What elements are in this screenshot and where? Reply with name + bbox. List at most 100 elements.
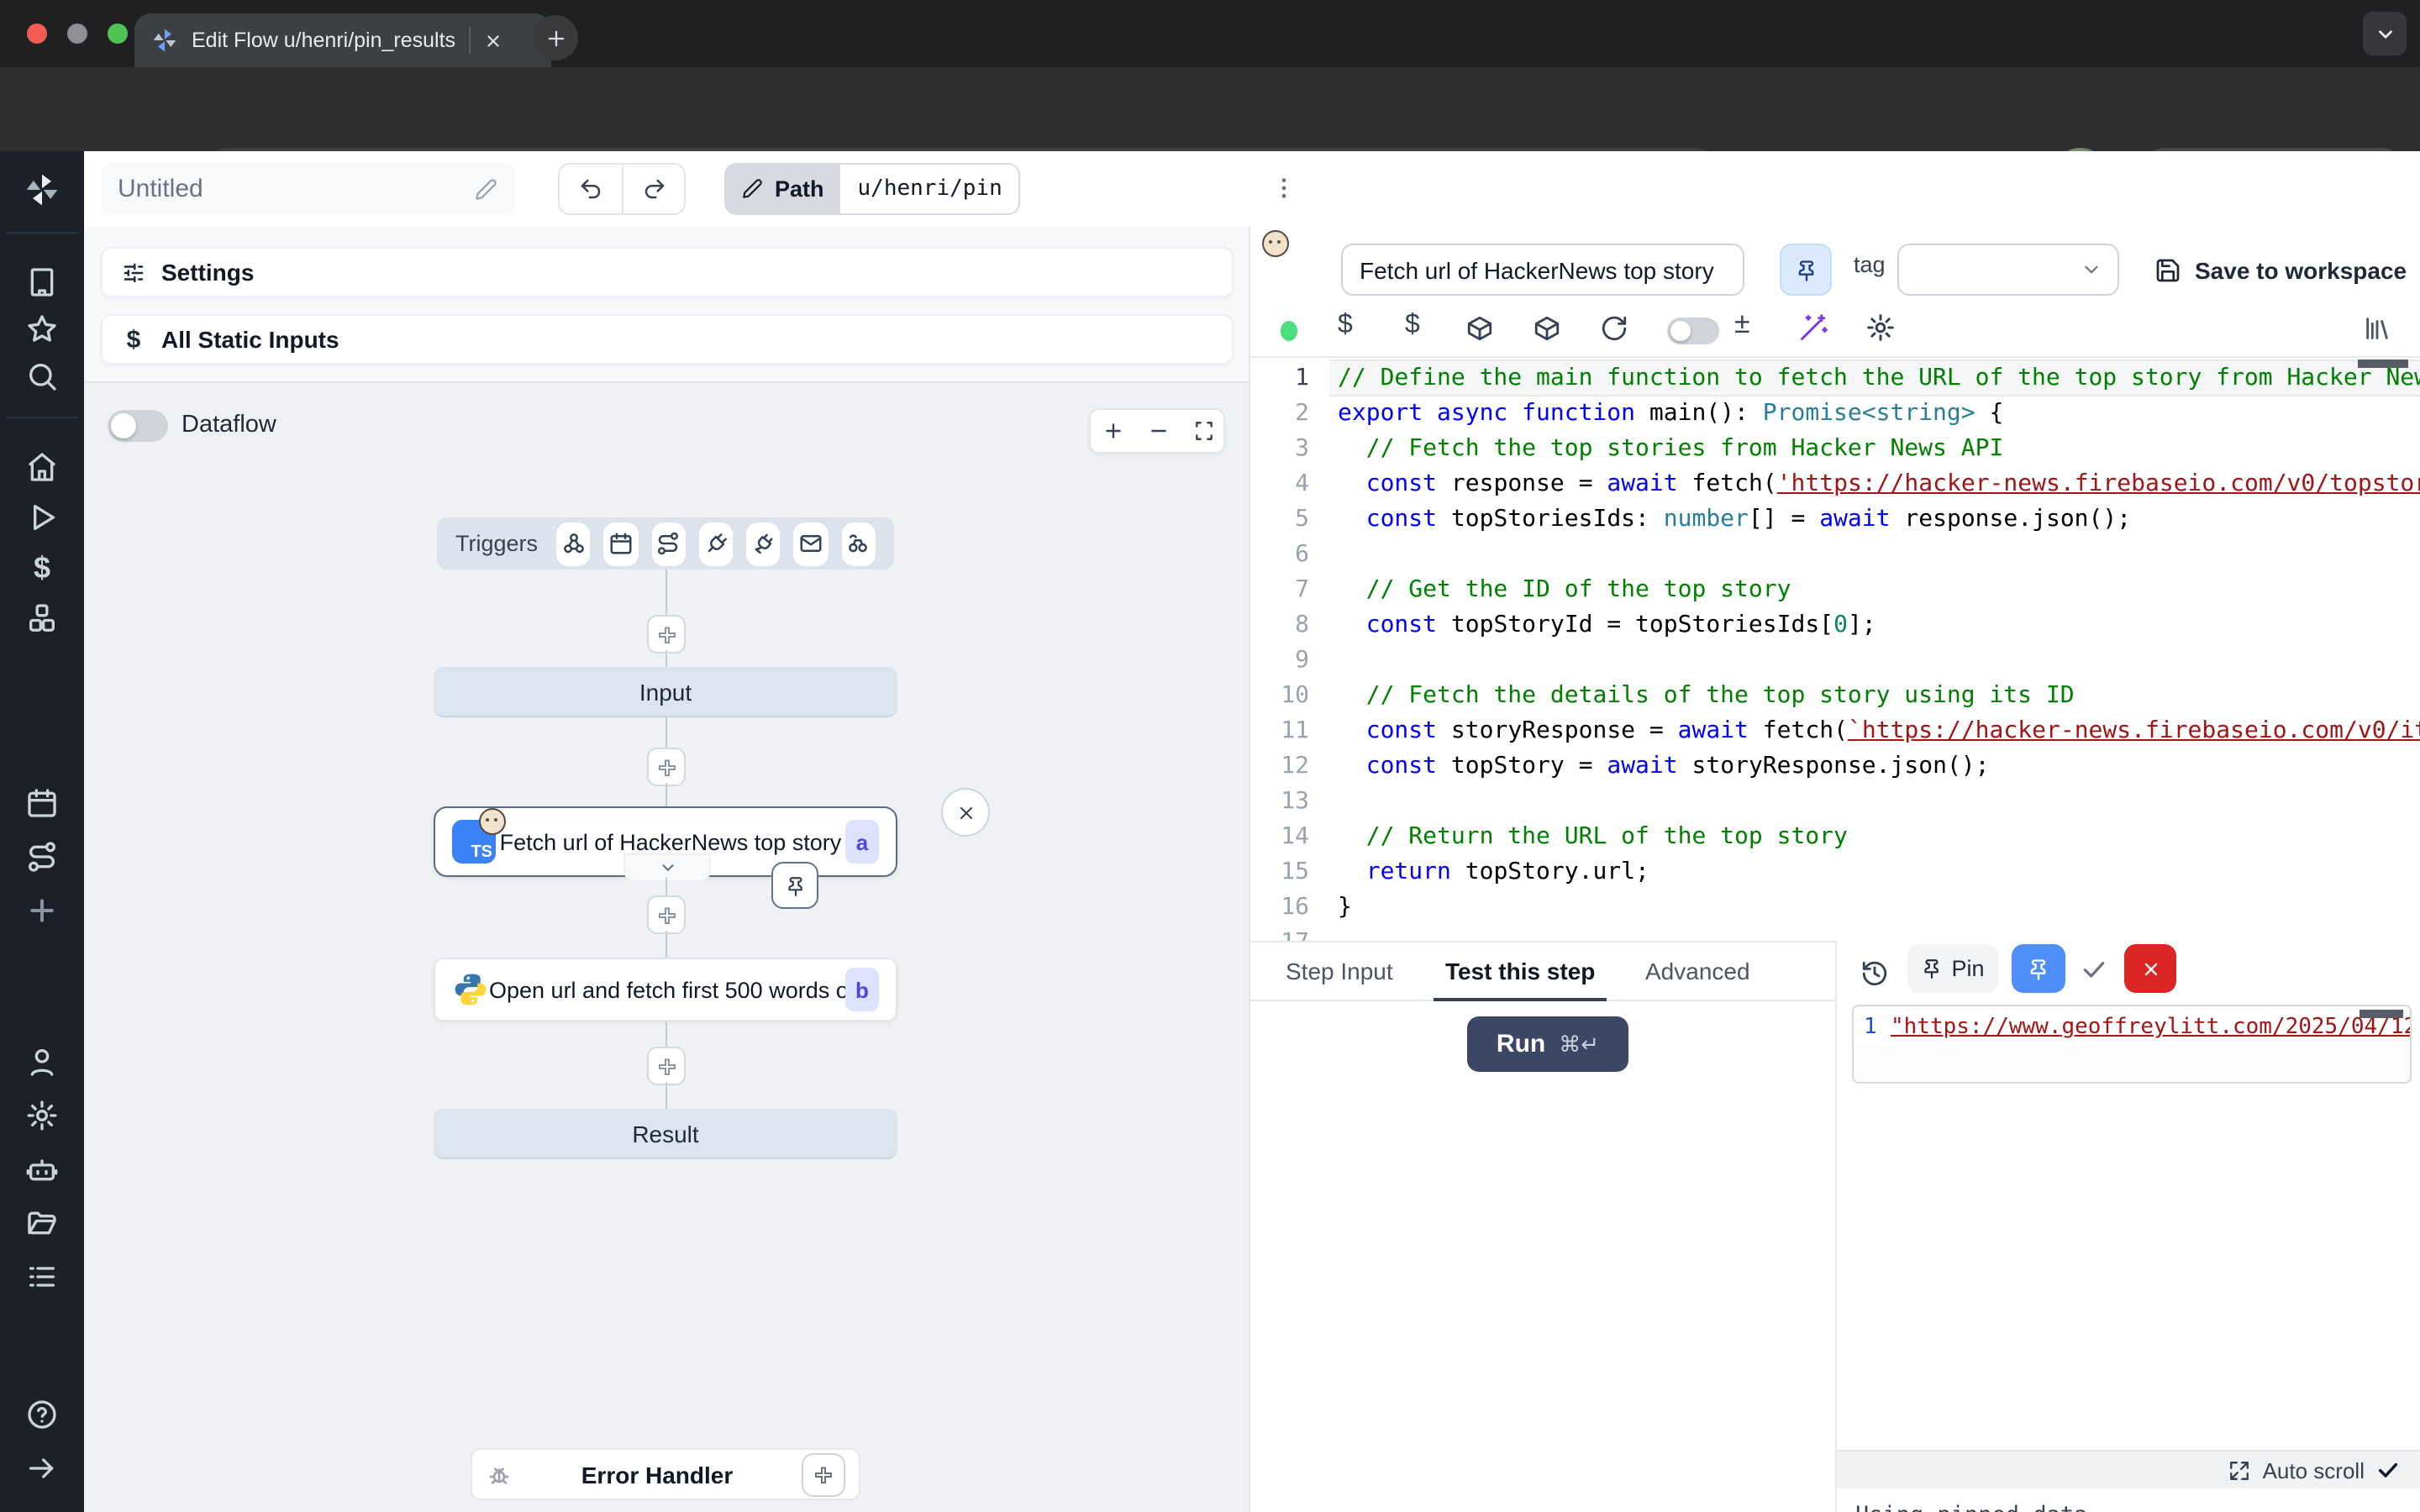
add-error-handler-button[interactable] (802, 1452, 845, 1496)
editor-toggle[interactable] (1667, 318, 1719, 344)
ai-wand-icon[interactable] (1798, 312, 1828, 343)
zoom-out-icon[interactable] (1136, 410, 1181, 452)
sidebar-item-routes[interactable] (25, 840, 59, 874)
variables-dollar-icon[interactable]: $ (1405, 311, 1420, 341)
step-title-input[interactable] (1341, 244, 1744, 296)
confirm-check-icon[interactable] (2081, 956, 2107, 983)
sidebar-item-resources-cubes[interactable] (25, 601, 59, 635)
unpin-close-button[interactable] (2124, 944, 2176, 993)
run-button[interactable]: Run ⌘↵ (1467, 1016, 1628, 1072)
path-chip[interactable]: Path u/henri/pin (724, 163, 1021, 215)
add-step-button[interactable] (647, 1047, 686, 1085)
auto-scroll-check-icon[interactable] (2376, 1458, 2400, 1482)
email-trigger-icon[interactable] (794, 522, 829, 565)
reload-script-icon[interactable] (1600, 314, 1628, 343)
sidebar-item-runs-play[interactable] (25, 501, 59, 534)
pinned-line-number: 1 (1864, 1010, 1877, 1045)
code-editor[interactable]: 1234567891011121314151617 // Define the … (1250, 358, 2420, 941)
browser-tab[interactable]: Edit Flow u/henri/pin_results (134, 13, 551, 67)
pinned-value-editor[interactable]: 1 "https://www.geoffreylitt.com/2025/04/… (1852, 1005, 2412, 1084)
sidebar-item-users-person[interactable] (25, 1045, 59, 1079)
editor-settings-gear-icon[interactable] (1865, 312, 1896, 343)
schedule-trigger-icon[interactable] (604, 522, 639, 565)
sidebar-item-variables-dollar[interactable]: $ (25, 551, 59, 585)
diff-plus-minus-icon[interactable]: ± (1734, 307, 1750, 341)
flow-canvas[interactable]: Dataflow Triggers (84, 381, 1249, 1512)
static-inputs-label: All Static Inputs (161, 326, 339, 353)
all-static-inputs-row[interactable]: $ All Static Inputs (101, 314, 1234, 365)
redo-icon[interactable] (623, 165, 686, 213)
new-tab-button[interactable] (533, 15, 578, 60)
triggers-bar[interactable]: Triggers (437, 517, 894, 570)
sidebar-item-add-plus[interactable] (25, 894, 59, 927)
pinned-scrollbar-thumb[interactable] (2360, 1010, 2403, 1018)
history-icon[interactable] (1860, 959, 1889, 988)
http-route-trigger-icon[interactable] (651, 522, 686, 565)
package-icon[interactable] (1533, 314, 1561, 343)
collapse-step-chevron[interactable] (623, 853, 711, 882)
sidebar-item-folders-icon[interactable] (25, 1206, 59, 1240)
auto-scroll-label: Auto scroll (2263, 1457, 2365, 1483)
sidebar-item-logs-list[interactable] (25, 1260, 59, 1294)
tab-separator (469, 27, 471, 54)
sidebar-item-schedules-calendar[interactable] (25, 786, 59, 820)
library-icon[interactable] (2363, 314, 2391, 343)
sidebar-item-workers-robot[interactable] (25, 1152, 59, 1186)
edit-pencil-icon[interactable] (474, 177, 497, 201)
websocket-plug-trigger-icon[interactable] (699, 522, 734, 565)
save-to-workspace-button[interactable]: Save to workspace (2154, 244, 2407, 296)
flow-node-step-b[interactable]: Open url and fetch first 500 words of ..… (434, 958, 897, 1021)
add-step-button[interactable] (647, 895, 686, 934)
windmill-logo-icon[interactable] (24, 171, 60, 208)
flow-node-result[interactable]: Result (434, 1109, 897, 1159)
tab-title: Edit Flow u/henri/pin_results (192, 29, 455, 52)
pin-button[interactable]: Pin (1907, 944, 1998, 993)
sidebar-collapse-arrow-icon[interactable] (25, 1452, 59, 1485)
emoji-face-icon (1262, 230, 1289, 257)
webhook-trigger-icon[interactable] (556, 522, 591, 565)
add-step-button[interactable] (647, 615, 686, 654)
flow-settings-row[interactable]: Settings (101, 247, 1234, 297)
undo-icon[interactable] (560, 165, 623, 213)
fit-view-icon[interactable] (1181, 410, 1227, 452)
close-tab-icon[interactable] (484, 31, 502, 50)
sidebar-item-favorites-star[interactable] (25, 312, 59, 346)
maximize-window-button[interactable] (108, 24, 128, 44)
editor-scrollbar-thumb[interactable] (2358, 360, 2408, 368)
tab-advanced[interactable]: Advanced (1645, 958, 1750, 984)
poll-watch-trigger-icon[interactable] (841, 522, 876, 565)
dataflow-toggle[interactable] (108, 410, 168, 442)
sidebar-item-search-icon[interactable] (25, 360, 59, 393)
error-handler-node[interactable]: Error Handler (471, 1448, 860, 1500)
minimize-window-button[interactable] (67, 24, 87, 44)
zoom-in-icon[interactable] (1091, 410, 1136, 452)
flow-node-input[interactable]: Input (434, 667, 897, 717)
tab-test-this-step[interactable]: Test this step (1445, 958, 1595, 984)
editor-toolbar: $ $ ± (1250, 302, 2420, 358)
more-options-kebab-icon[interactable] (1270, 171, 1297, 205)
step-editor-panel: TS tag Save to workspace $ $ (1249, 227, 2420, 1512)
code-content[interactable]: // Define the main function to fetch the… (1338, 361, 2420, 941)
package-icon[interactable] (1465, 314, 1494, 343)
pinned-active-button[interactable] (2012, 944, 2065, 993)
assets-dollar-icon[interactable]: $ (1338, 311, 1353, 341)
tab-step-input[interactable]: Step Input (1286, 958, 1393, 984)
pinned-step-pin-icon[interactable] (771, 862, 818, 909)
sidebar-item-help-icon[interactable] (25, 1398, 59, 1431)
flow-name-field[interactable]: Untitled (101, 163, 514, 215)
pin-toggle-button[interactable] (1780, 244, 1832, 296)
close-window-button[interactable] (27, 24, 47, 44)
expand-icon[interactable] (2229, 1459, 2251, 1481)
browser-toolbar: app.windmill.dev/flows/edit/u/henri/pin_… (0, 67, 2420, 151)
tab-search-chevron-button[interactable] (2363, 12, 2407, 55)
remove-step-button[interactable] (941, 788, 990, 837)
kafka-plug-zap-trigger-icon[interactable] (746, 522, 781, 565)
sidebar-item-workspace[interactable] (25, 265, 59, 299)
add-step-button[interactable] (647, 748, 686, 786)
save-to-workspace-label: Save to workspace (2195, 256, 2407, 283)
flow-editor-toolbar: Untitled Path u/henri/pin ± (84, 151, 2420, 228)
typescript-icon: TS (452, 820, 496, 864)
sidebar-item-home[interactable] (25, 450, 59, 484)
sidebar-item-settings-gear-icon[interactable] (25, 1099, 59, 1132)
tag-select[interactable] (1897, 244, 2119, 296)
